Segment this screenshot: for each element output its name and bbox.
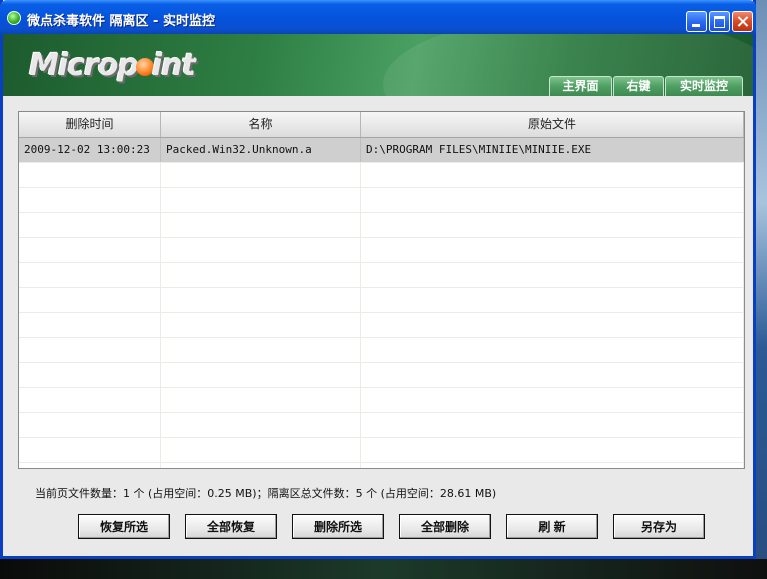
delete-selected-button[interactable]: 删除所选 [292, 514, 384, 539]
empty-row [19, 288, 744, 313]
column-header-original-file[interactable]: 原始文件 [361, 112, 744, 137]
empty-row [19, 363, 744, 388]
empty-row [19, 413, 744, 438]
table-body: 2009-12-02 13:00:23 Packed.Win32.Unknown… [19, 138, 744, 468]
minimize-button[interactable] [686, 11, 707, 32]
restore-selected-button[interactable]: 恢复所选 [78, 514, 170, 539]
restore-all-button[interactable]: 全部恢复 [185, 514, 277, 539]
window-title: 微点杀毒软件 隔离区 - 实时监控 [27, 14, 215, 29]
table-row[interactable]: 2009-12-02 13:00:23 Packed.Win32.Unknown… [19, 138, 744, 163]
tab-main[interactable]: 主界面 [549, 76, 612, 96]
empty-row [19, 338, 744, 363]
empty-row [19, 263, 744, 288]
cell-original-file: D:\PROGRAM FILES\MINIIE\MINIIE.EXE [361, 138, 744, 162]
cell-delete-time: 2009-12-02 13:00:23 [19, 138, 161, 162]
column-header-name[interactable]: 名称 [161, 112, 361, 137]
app-header: Microp int 主界面 右键 实时监控 [3, 34, 753, 96]
empty-row [19, 213, 744, 238]
close-button[interactable] [732, 11, 753, 32]
tab-right-click[interactable]: 右键 [613, 76, 664, 96]
quarantine-table[interactable]: 删除时间 名称 原始文件 2009-12-02 13:00:23 Packed.… [18, 111, 745, 469]
refresh-button[interactable]: 刷 新 [506, 514, 598, 539]
status-text: 当前页文件数量：1 个 (占用空间：0.25 MB)；隔离区总文件数：5 个 (… [35, 487, 497, 500]
empty-row [19, 438, 744, 463]
save-as-button[interactable]: 另存为 [613, 514, 705, 539]
tab-realtime-monitor[interactable]: 实时监控 [665, 76, 743, 96]
table-header: 删除时间 名称 原始文件 [19, 112, 744, 138]
empty-row [19, 313, 744, 338]
nav-tabs: 主界面 右键 实时监控 [3, 76, 753, 96]
cell-name: Packed.Win32.Unknown.a [161, 138, 361, 162]
app-icon [7, 11, 21, 25]
empty-row [19, 388, 744, 413]
maximize-button[interactable] [709, 11, 730, 32]
taskbar [0, 559, 767, 579]
empty-row [19, 188, 744, 213]
title-bar[interactable]: 微点杀毒软件 隔离区 - 实时监控 [0, 0, 756, 34]
empty-row [19, 463, 744, 468]
quarantine-window: 微点杀毒软件 隔离区 - 实时监控 Microp int 主界面 右键 实时监控 … [0, 0, 756, 559]
delete-all-button[interactable]: 全部删除 [399, 514, 491, 539]
empty-row [19, 238, 744, 263]
empty-row [19, 163, 744, 188]
column-header-delete-time[interactable]: 删除时间 [19, 112, 161, 137]
